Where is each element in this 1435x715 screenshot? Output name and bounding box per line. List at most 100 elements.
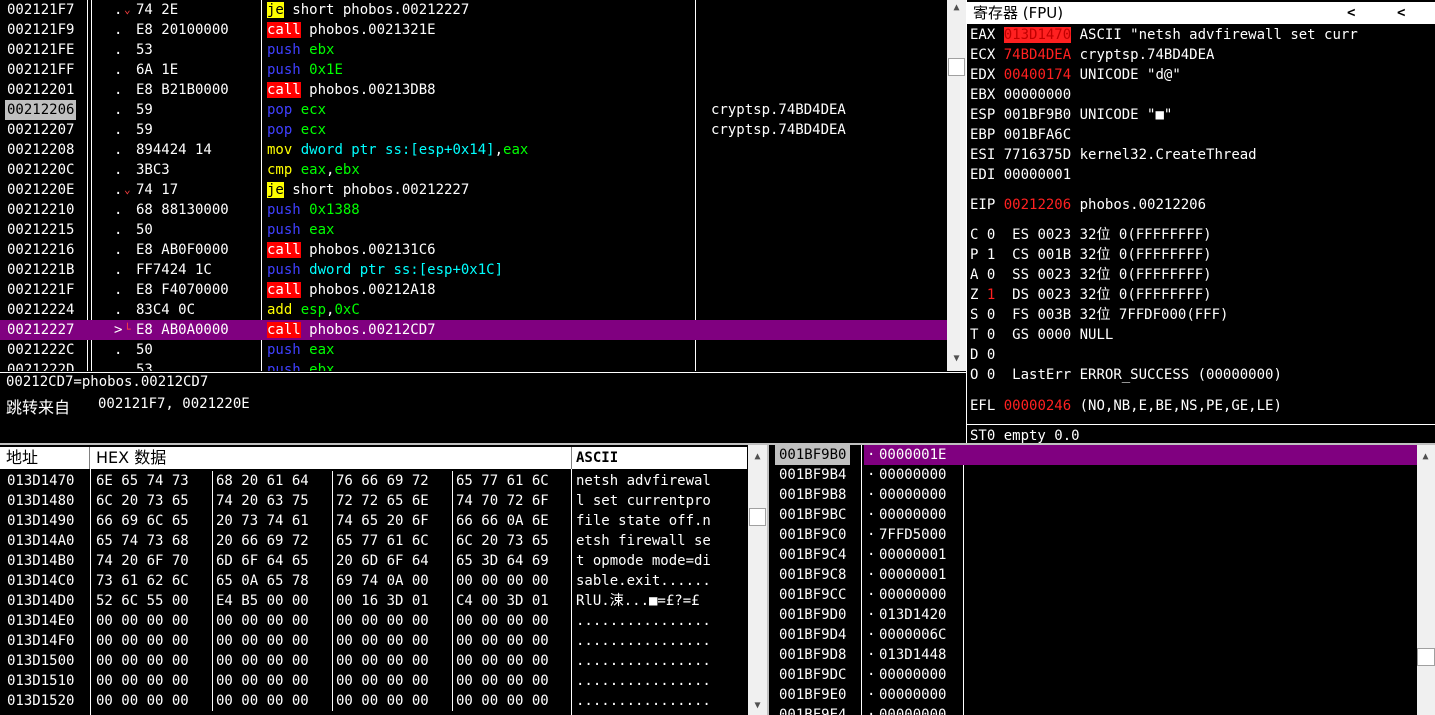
disasm-row[interactable]: 0021221B. FF7424 1C push dword ptr ss:[esp… [0, 260, 947, 280]
disasm-row[interactable]: 00212216. E8 AB0F0000 call phobos.002131C6 [0, 240, 947, 260]
efl-row[interactable]: EFL 00000246 (NO,NB,E,BE,NS,PE,GE,LE) [970, 396, 1282, 416]
dump-ascii[interactable]: file state off.n [576, 511, 711, 531]
stack-row[interactable]: 001BF9C8 · 00000001 [767, 565, 1417, 585]
nav-prev-button[interactable]: < [1347, 2, 1355, 24]
scrollbar-thumb[interactable] [948, 58, 965, 76]
disasm-row[interactable]: 0021222C. 50 push eax [0, 340, 947, 360]
register-value[interactable]: 7716375D [1004, 147, 1071, 163]
dump-hex-group[interactable]: 00 00 00 00 [96, 691, 189, 711]
flag-row[interactable]: C 0 ES 0023 32位 0(FFFFFFFF) [970, 225, 1212, 245]
dump-hex-group[interactable]: 20 6D 6F 64 [336, 551, 429, 571]
disasm-address[interactable]: 00212215 [7, 220, 74, 240]
stack-address[interactable]: 001BF9D8 [779, 645, 846, 665]
disasm-instruction[interactable]: push ebx [267, 40, 334, 60]
stack-address[interactable]: 001BF9C0 [779, 525, 846, 545]
scroll-up-icon[interactable]: ▲ [948, 2, 965, 13]
disasm-address[interactable]: 002121F7 [7, 0, 74, 20]
dump-hex-group[interactable]: 00 00 00 00 [216, 691, 309, 711]
eip-row[interactable]: EIP 00212206 phobos.00212206 [970, 195, 1206, 215]
scrollbar-thumb[interactable] [1417, 648, 1435, 666]
scroll-up-icon[interactable]: ▲ [749, 451, 766, 462]
dump-row[interactable]: 013D14D0 52 6C 55 00 E4 B5 00 00 00 16 3D 0… [0, 591, 747, 611]
dump-hex-group[interactable]: 69 74 0A 00 [336, 571, 429, 591]
disasm-row[interactable]: 00212224. 83C4 0C add esp,0xC [0, 300, 947, 320]
disasm-instruction[interactable]: je short phobos.00212227 [267, 0, 469, 20]
dump-address[interactable]: 013D14A0 [7, 531, 74, 551]
disasm-row[interactable]: 00212210. 68 88130000 push 0x1388 [0, 200, 947, 220]
dump-hex-group[interactable]: 00 00 00 00 [336, 651, 429, 671]
dump-hex-group[interactable]: 65 77 61 6C [336, 531, 429, 551]
disasm-address[interactable]: 00212207 [7, 120, 74, 140]
dump-hex-group[interactable]: 00 00 00 00 [216, 651, 309, 671]
dump-hex-group[interactable]: 00 00 00 00 [216, 631, 309, 651]
dump-ascii[interactable]: etsh firewall se [576, 531, 711, 551]
dump-row[interactable]: 013D1500 00 00 00 00 00 00 00 00 00 00 00 0… [0, 651, 747, 671]
disasm-instruction[interactable]: je short phobos.00212227 [267, 180, 469, 200]
dump-row[interactable]: 013D1480 6C 20 73 65 74 20 63 75 72 72 65 6… [0, 491, 747, 511]
dump-hex-group[interactable]: 00 00 00 00 [456, 651, 549, 671]
scrollbar-thumb[interactable] [749, 508, 766, 526]
stack-value[interactable]: 00000000 [879, 585, 946, 605]
dump-address[interactable]: 013D1490 [7, 511, 74, 531]
stack-row[interactable]: 001BF9B0 · 0000001E [767, 445, 1417, 465]
register-value[interactable]: 00212206 [1004, 197, 1071, 213]
dump-address[interactable]: 013D1500 [7, 651, 74, 671]
disasm-row[interactable]: 0021222D. 53 push ebx [0, 360, 947, 371]
disasm-instruction[interactable]: push eax [267, 220, 334, 240]
disasm-address[interactable]: 002121F9 [7, 20, 74, 40]
stack-value[interactable]: 0000006C [879, 625, 946, 645]
disasm-address[interactable]: 00212206 [5, 100, 77, 120]
dump-hex-group[interactable]: 65 0A 65 78 [216, 571, 309, 591]
disasm-row[interactable]: 002121FF. 6A 1E push 0x1E [0, 60, 947, 80]
dump-hex-group[interactable]: E4 B5 00 00 [216, 591, 309, 611]
dump-hex-group[interactable]: 00 16 3D 01 [336, 591, 429, 611]
register-row[interactable]: EDI 00000001 [970, 165, 1080, 185]
disasm-row[interactable]: 0021220E. ⌄ 74 17 je short phobos.00212227 [0, 180, 947, 200]
stack-address[interactable]: 001BF9DC [779, 665, 846, 685]
dump-address[interactable]: 013D1480 [7, 491, 74, 511]
stack-address[interactable]: 001BF9D4 [779, 625, 846, 645]
flag-value[interactable]: 0 [987, 327, 995, 343]
dump-ascii[interactable]: ................ [576, 651, 711, 671]
stack-row[interactable]: 001BF9DC · 00000000 [767, 665, 1417, 685]
register-value[interactable]: 001BFA6C [1004, 127, 1071, 143]
dump-hex-group[interactable]: 00 00 00 00 [96, 671, 189, 691]
dump-ascii[interactable]: ................ [576, 611, 711, 631]
stack-value[interactable]: 0000001E [879, 445, 946, 465]
dump-hex-group[interactable]: 00 00 00 00 [456, 611, 549, 631]
register-row[interactable]: ESP 001BF9B0 UNICODE "■" [970, 105, 1172, 125]
disasm-address[interactable]: 00212224 [7, 300, 74, 320]
register-pane[interactable]: 寄存器 (FPU) < < EAX 013D1470 ASCII "netsh … [966, 0, 1435, 445]
disasm-row[interactable]: 0021221F. E8 F4070000 call phobos.00212A18 [0, 280, 947, 300]
dump-col-ascii[interactable]: ASCII [576, 447, 618, 469]
stack-value[interactable]: 013D1420 [879, 605, 946, 625]
disasm-address[interactable]: 0021222D [7, 360, 74, 371]
stack-address[interactable]: 001BF9B8 [779, 485, 846, 505]
dump-row[interactable]: 013D14B0 74 20 6F 70 6D 6F 64 65 20 6D 6F 6… [0, 551, 747, 571]
dump-hex-group[interactable]: 66 69 6C 65 [96, 511, 189, 531]
stack-value[interactable]: 00000000 [879, 685, 946, 705]
disasm-address[interactable]: 0021220E [7, 180, 74, 200]
disasm-address[interactable]: 00212216 [7, 240, 74, 260]
stack-row[interactable]: 001BF9CC · 00000000 [767, 585, 1417, 605]
dump-hex-group[interactable]: 00 00 00 00 [456, 671, 549, 691]
stack-row[interactable]: 001BF9E0 · 00000000 [767, 685, 1417, 705]
disasm-row[interactable]: 00212227 > └ E8 AB0A0000 call phobos.00212CD… [0, 320, 947, 340]
flag-value[interactable]: 0 [987, 267, 995, 283]
dump-row[interactable]: 013D1510 00 00 00 00 00 00 00 00 00 00 00 0… [0, 671, 747, 691]
dump-ascii[interactable]: t opmode mode=di [576, 551, 711, 571]
stack-address[interactable]: 001BF9D0 [779, 605, 846, 625]
stack-address[interactable]: 001BF9B4 [779, 465, 846, 485]
disasm-row[interactable]: 00212201. E8 B21B0000 call phobos.00213DB8 [0, 80, 947, 100]
scroll-down-icon[interactable]: ▼ [948, 353, 965, 364]
register-header[interactable]: 寄存器 (FPU) < < [967, 2, 1435, 24]
disasm-instruction[interactable]: call phobos.0021321E [267, 20, 436, 40]
flag-value[interactable]: 0 [987, 347, 995, 363]
dump-hex-group[interactable]: 6D 6F 64 65 [216, 551, 309, 571]
register-row[interactable]: EDX 00400174 UNICODE "d@" [970, 65, 1181, 85]
dump-hex-group[interactable]: 6C 20 73 65 [456, 531, 549, 551]
dump-hex-group[interactable]: 73 61 62 6C [96, 571, 189, 591]
stack-row[interactable]: 001BF9C0 · 7FFD5000 [767, 525, 1417, 545]
stack-row[interactable]: 001BF9B8 · 00000000 [767, 485, 1417, 505]
dump-address[interactable]: 013D14B0 [7, 551, 74, 571]
